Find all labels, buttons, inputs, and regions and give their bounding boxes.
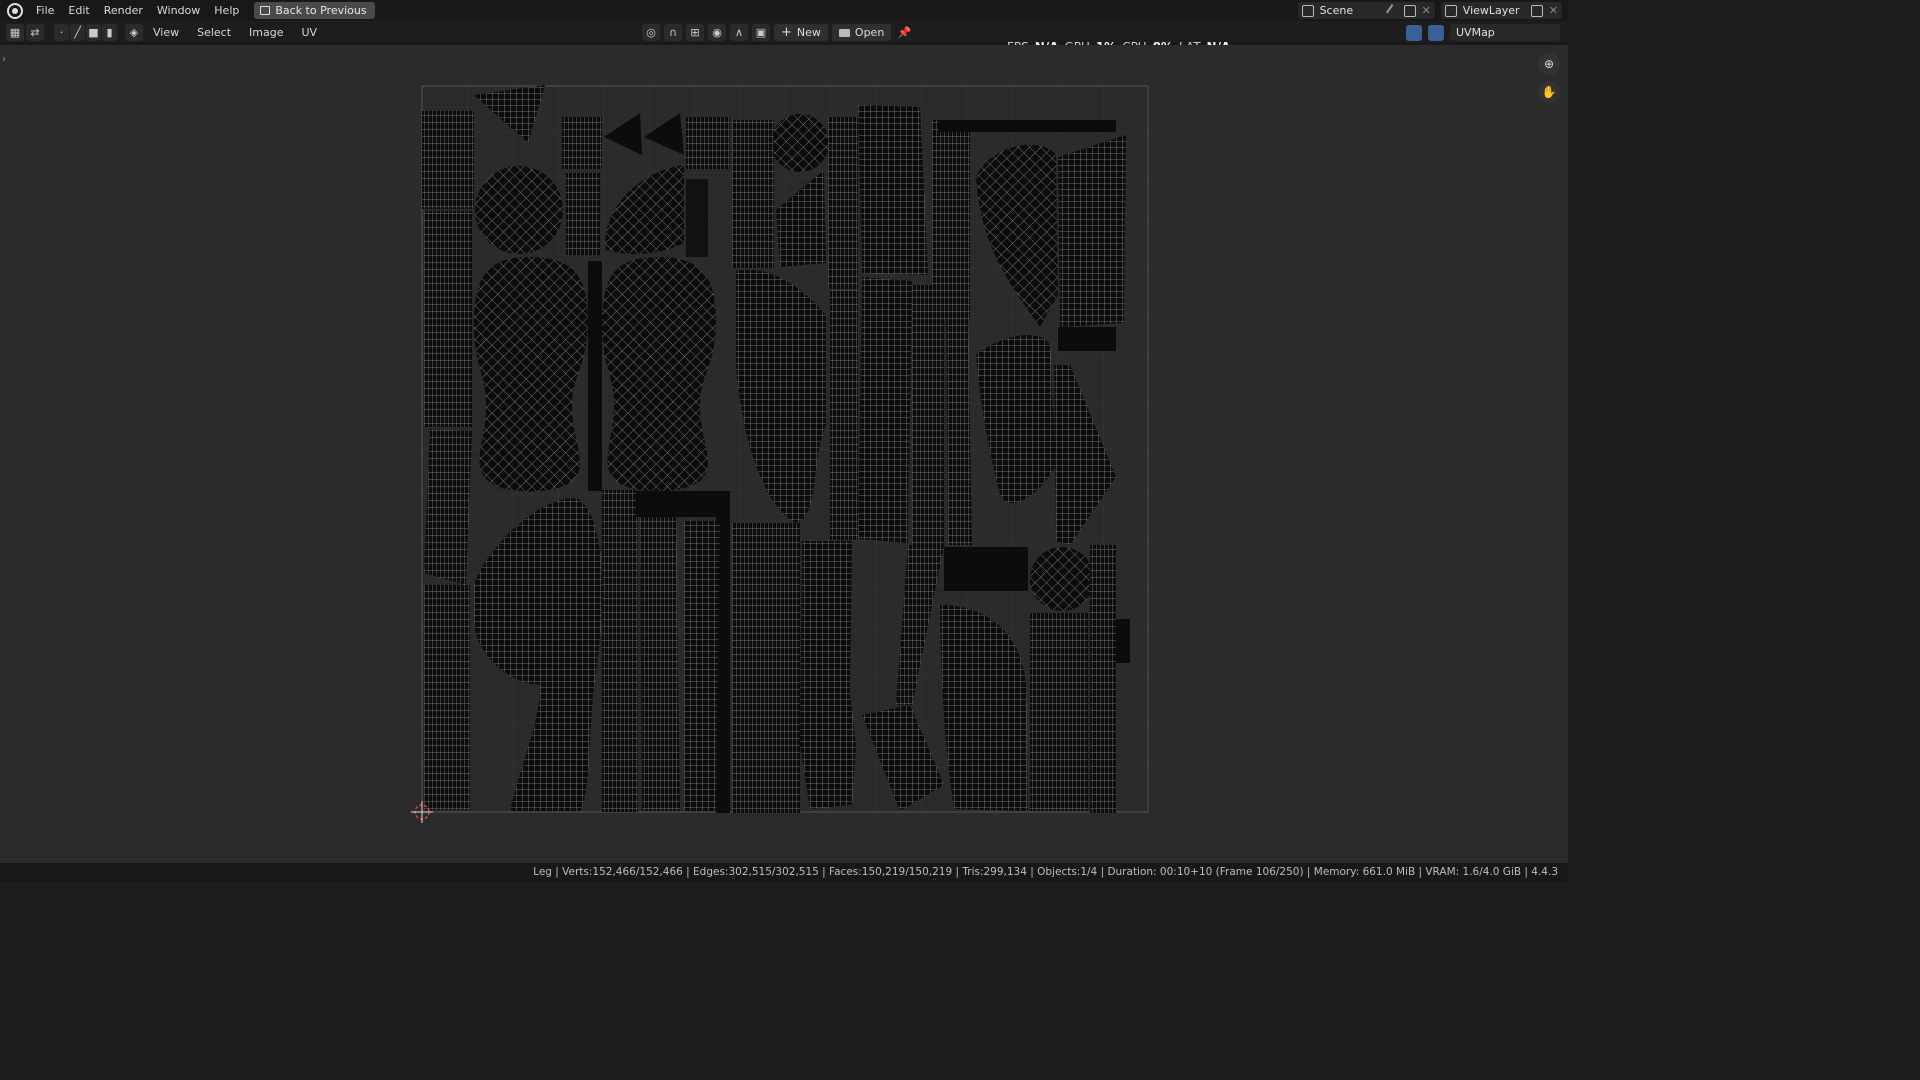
back-to-previous-button[interactable]: Back to Previous <box>254 2 375 19</box>
uv-island <box>602 490 638 812</box>
select-mode-group: · ╱ ■ ▮ <box>54 24 117 41</box>
uv-island <box>1090 545 1116 813</box>
snap-icon[interactable]: ∩ <box>664 24 682 41</box>
menu-uv[interactable]: UV <box>294 23 326 42</box>
view-layer-selector[interactable]: ViewLayer ✕ <box>1440 2 1562 19</box>
uv-island <box>686 179 708 257</box>
uv-island <box>1030 613 1088 811</box>
status-text: Leg | Verts:152,466/152,466 | Edges:302,… <box>533 866 1558 878</box>
island-select-icon[interactable]: ▮ <box>102 24 117 41</box>
blender-logo-icon[interactable] <box>7 2 23 19</box>
view-layer-name[interactable]: ViewLayer <box>1463 4 1525 17</box>
scene-selector[interactable]: Scene ✕ <box>1297 2 1435 19</box>
navigation-gizmos: ⊕ ✋ <box>1538 53 1560 103</box>
uv-island <box>684 521 720 811</box>
uv-island <box>640 517 680 811</box>
pan-hand-icon[interactable]: ✋ <box>1538 81 1560 103</box>
close-icon[interactable]: ✕ <box>1422 4 1431 17</box>
view-layer-icon <box>1444 4 1457 17</box>
uv-island <box>1030 547 1094 611</box>
image-browse-icon[interactable]: ▣ <box>752 24 770 41</box>
uv-island <box>771 114 829 172</box>
menu-view[interactable]: View <box>145 23 187 42</box>
new-image-label: New <box>796 26 821 39</box>
uv-island <box>1116 619 1130 663</box>
uv-island <box>830 290 858 540</box>
uv-island <box>562 117 602 169</box>
menu-select[interactable]: Select <box>189 23 239 42</box>
uv-island <box>732 120 774 268</box>
uv-island <box>474 257 588 492</box>
proportional-edit-icon[interactable]: ◉ <box>708 24 726 41</box>
uv-island <box>912 285 944 545</box>
uv-island <box>636 491 730 517</box>
plus-icon: + <box>781 25 792 40</box>
uv-island <box>602 257 716 492</box>
menu-render[interactable]: Render <box>97 0 150 21</box>
back-to-previous-label: Back to Previous <box>275 4 367 17</box>
new-view-layer-icon[interactable] <box>1530 4 1543 17</box>
open-image-button[interactable]: Open <box>831 24 892 41</box>
edge-select-icon[interactable]: ╱ <box>70 24 85 41</box>
pin-icon[interactable] <box>1385 3 1400 18</box>
uv-island <box>424 429 472 585</box>
gizmo-toggle-icon[interactable] <box>1406 24 1422 41</box>
open-image-label: Open <box>854 26 885 39</box>
uv-island <box>946 315 972 545</box>
uv-island <box>422 111 474 209</box>
uv-island <box>566 173 600 255</box>
new-image-button[interactable]: + New <box>774 24 828 41</box>
uv-viewport[interactable]: › ⊕ ✋ <box>0 45 1568 863</box>
uv-island <box>800 541 856 809</box>
menu-help[interactable]: Help <box>207 0 246 21</box>
scene-name[interactable]: Scene <box>1320 4 1382 17</box>
uv-island <box>938 120 1116 132</box>
uv-island <box>686 117 730 169</box>
pin-image-icon[interactable]: 📌 <box>895 24 913 41</box>
uv-island <box>1058 327 1116 351</box>
menu-window[interactable]: Window <box>150 0 207 21</box>
screen-icon <box>260 6 271 15</box>
new-scene-icon[interactable] <box>1403 4 1416 17</box>
uv-map-selector[interactable]: UVMap <box>1450 24 1560 41</box>
uv-island <box>858 105 928 275</box>
uv-island <box>732 523 800 813</box>
folder-icon <box>838 28 850 37</box>
uv-island <box>858 277 912 543</box>
falloff-icon[interactable]: ∧ <box>730 24 748 41</box>
overlay-toggle-icon[interactable] <box>1428 24 1444 41</box>
uv-island <box>1058 135 1126 327</box>
uv-island <box>424 211 472 427</box>
uv-island <box>944 547 1028 591</box>
uv-island <box>475 166 563 254</box>
uv-island <box>424 585 470 810</box>
sticky-select-icon[interactable]: ◈ <box>125 24 143 41</box>
scene-icon <box>1301 4 1314 17</box>
menu-edit[interactable]: Edit <box>61 0 96 21</box>
sync-selection-icon[interactable]: ⇄ <box>26 24 44 41</box>
zoom-icon[interactable]: ⊕ <box>1538 53 1560 75</box>
snap-target-icon[interactable]: ⊞ <box>686 24 704 41</box>
uv-editor-header: ▦ ⇄ · ╱ ■ ▮ ◈ View Select Image UV ◎ ∩ ⊞… <box>0 21 1568 54</box>
top-menubar: File Edit Render Window Help Back to Pre… <box>0 0 1568 21</box>
uv-layout-canvas[interactable] <box>0 45 1568 863</box>
pivot-icon[interactable]: ◎ <box>642 24 660 41</box>
close-icon[interactable]: ✕ <box>1549 4 1558 17</box>
uv-island <box>828 117 858 289</box>
menu-file[interactable]: File <box>29 0 61 21</box>
editor-type-icon[interactable]: ▦ <box>6 24 24 41</box>
vertex-select-icon[interactable]: · <box>54 24 69 41</box>
status-bar: Leg | Verts:152,466/152,466 | Edges:302,… <box>0 863 1568 882</box>
uv-island <box>588 261 602 491</box>
face-select-icon[interactable]: ■ <box>86 24 101 41</box>
menu-image[interactable]: Image <box>241 23 291 42</box>
